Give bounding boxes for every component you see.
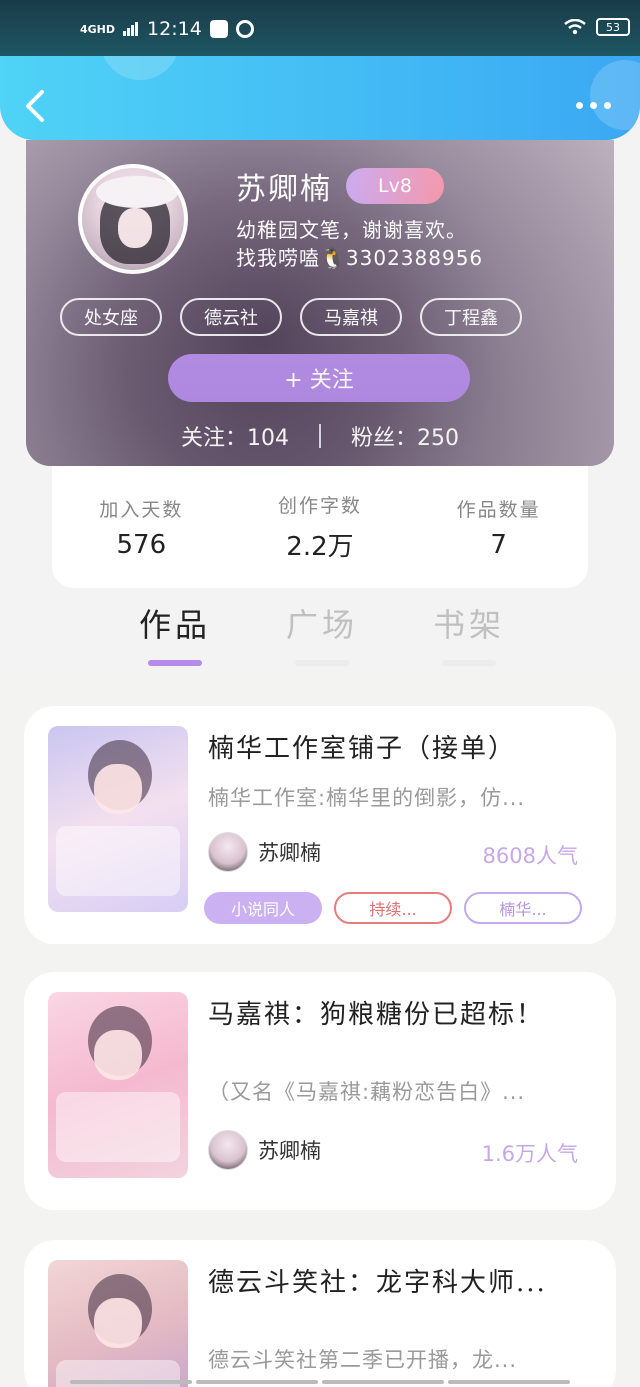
stat-value: 7 bbox=[490, 529, 507, 560]
more-dot-icon bbox=[604, 101, 611, 109]
profile-tag[interactable]: 德云社 bbox=[180, 298, 282, 336]
compass-icon bbox=[235, 20, 254, 38]
following-count[interactable]: 关注：104 bbox=[181, 420, 289, 452]
signal-icon bbox=[123, 22, 139, 36]
wifi-icon bbox=[564, 19, 586, 35]
work-cover[interactable] bbox=[48, 992, 188, 1178]
avatar[interactable] bbox=[78, 164, 188, 274]
status-time: 12:14 bbox=[147, 18, 202, 40]
work-tags: 小说同人 持续... 楠华... bbox=[204, 892, 582, 924]
battery-icon: 53 bbox=[596, 18, 630, 36]
level-badge: Lv8 bbox=[346, 168, 444, 204]
work-title[interactable]: 楠华工作室铺子（接单） bbox=[208, 728, 516, 765]
profile-tag[interactable]: 马嘉祺 bbox=[300, 298, 402, 336]
stat-value: 2.2万 bbox=[286, 532, 354, 562]
profile-page: 4GHD 12:14 53 苏卿楠 Lv8 幼稚园文笔，谢谢喜欢。 找我唠嗑🐧3… bbox=[0, 0, 640, 1387]
stat-join-days: 加入天数 576 bbox=[56, 495, 226, 560]
tab-bookshelf[interactable]: 书架 bbox=[406, 600, 532, 666]
stat-label: 作品数量 bbox=[456, 498, 541, 521]
stat-label: 加入天数 bbox=[99, 498, 184, 521]
username: 苏卿楠 bbox=[236, 172, 332, 207]
header: 4GHD 12:14 53 bbox=[0, 0, 640, 140]
work-description: （又名《马嘉祺:藕粉恋告白》... bbox=[208, 1080, 526, 1104]
profile-tag[interactable]: 丁程鑫 bbox=[420, 298, 522, 336]
stat-value: 576 bbox=[116, 529, 167, 560]
profile-tags: 处女座 德云社 马嘉祺 丁程鑫 bbox=[60, 298, 522, 336]
bio-line: 幼稚园文笔，谢谢喜欢。 bbox=[236, 218, 467, 242]
back-button[interactable] bbox=[18, 86, 58, 126]
work-card[interactable]: 德云斗笑社：龙字科大师... 德云斗笑社第二季已开播，龙... bbox=[24, 1240, 616, 1387]
stat-word-count: 创作字数 2.2万 bbox=[235, 491, 405, 563]
network-indicator: 4GHD bbox=[80, 22, 116, 36]
work-description: 楠华工作室:楠华里的倒影，仿... bbox=[208, 786, 526, 810]
tab-indicator bbox=[295, 660, 349, 666]
work-tag[interactable]: 楠华... bbox=[464, 892, 582, 924]
stat-label: 创作字数 bbox=[277, 495, 362, 517]
work-tag[interactable]: 持续... bbox=[334, 892, 452, 924]
tab-indicator bbox=[442, 660, 496, 666]
work-tag[interactable]: 小说同人 bbox=[204, 892, 322, 924]
work-popularity: 1.6万人气 bbox=[481, 1142, 578, 1166]
more-options-button[interactable] bbox=[576, 90, 616, 120]
tab-indicator bbox=[148, 660, 202, 666]
tab-works[interactable]: 作品 bbox=[112, 600, 238, 666]
scroll-indicator bbox=[70, 1380, 570, 1384]
work-description: 德云斗笑社第二季已开播，龙... bbox=[208, 1348, 518, 1372]
work-title[interactable]: 马嘉祺：狗粮糖份已超标！ bbox=[208, 994, 544, 1031]
profile-card: 苏卿楠 Lv8 幼稚园文笔，谢谢喜欢。 找我唠嗑🐧3302388956 处女座 … bbox=[26, 140, 614, 466]
stats-card: 加入天数 576 创作字数 2.2万 作品数量 7 bbox=[52, 466, 588, 588]
divider bbox=[319, 424, 321, 448]
work-author[interactable]: 苏卿楠 bbox=[208, 1130, 321, 1170]
more-dot-icon bbox=[590, 101, 597, 109]
profile-tag[interactable]: 处女座 bbox=[60, 298, 162, 336]
author-name: 苏卿楠 bbox=[258, 841, 321, 865]
bio-line: 找我唠嗑🐧3302388956 bbox=[236, 246, 484, 270]
content-tabs: 作品 广场 书架 bbox=[112, 600, 532, 666]
work-popularity: 8608人气 bbox=[482, 844, 578, 868]
more-dot-icon bbox=[576, 101, 583, 109]
chevron-left-icon bbox=[26, 90, 44, 122]
author-name: 苏卿楠 bbox=[258, 1139, 321, 1163]
work-cover[interactable] bbox=[48, 726, 188, 912]
tab-label: 广场 bbox=[285, 606, 358, 644]
work-cover[interactable] bbox=[48, 1260, 188, 1387]
follow-button[interactable]: + 关注 bbox=[168, 354, 470, 402]
followers-count[interactable]: 粉丝：250 bbox=[351, 420, 459, 452]
author-avatar bbox=[208, 1130, 248, 1170]
work-title[interactable]: 德云斗笑社：龙字科大师... bbox=[208, 1262, 547, 1299]
stat-works-count: 作品数量 7 bbox=[414, 495, 584, 560]
bio: 幼稚园文笔，谢谢喜欢。 找我唠嗑🐧3302388956 bbox=[236, 216, 483, 272]
author-avatar bbox=[208, 832, 248, 872]
work-author[interactable]: 苏卿楠 bbox=[208, 832, 321, 872]
status-bar: 4GHD 12:14 53 bbox=[0, 0, 640, 56]
work-card[interactable]: 楠华工作室铺子（接单） 楠华工作室:楠华里的倒影，仿... 苏卿楠 8608人气… bbox=[24, 706, 616, 944]
work-card[interactable]: 马嘉祺：狗粮糖份已超标！ （又名《马嘉祺:藕粉恋告白》... 苏卿楠 1.6万人… bbox=[24, 972, 616, 1210]
tab-label: 作品 bbox=[138, 606, 211, 644]
app-notification-icon bbox=[209, 20, 228, 38]
tab-square[interactable]: 广场 bbox=[259, 600, 385, 666]
tab-label: 书架 bbox=[432, 606, 505, 644]
follow-counts: 关注：104 粉丝：250 bbox=[26, 420, 614, 452]
